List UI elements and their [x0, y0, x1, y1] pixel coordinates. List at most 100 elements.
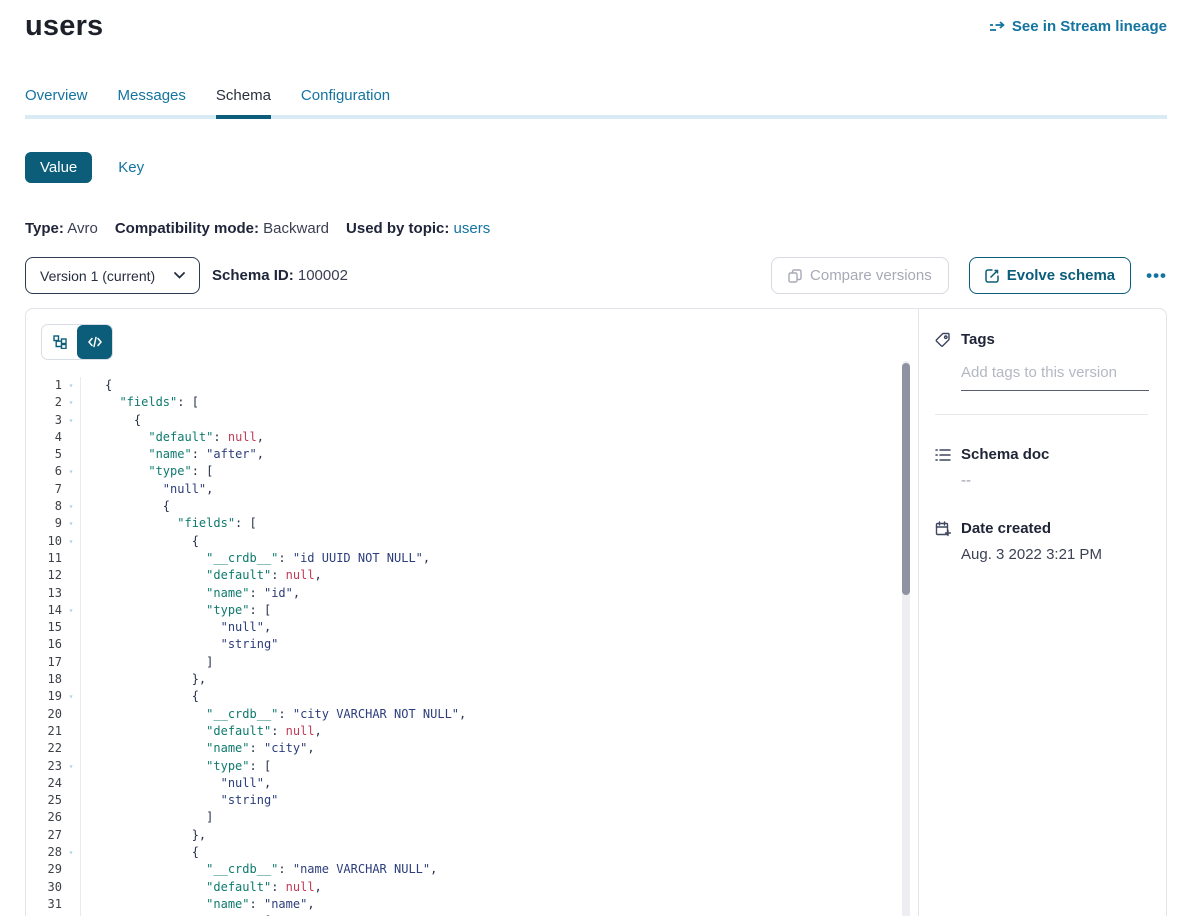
fold-toggle-icon[interactable]: ▾ [62, 377, 81, 394]
code-text: "default": null, [81, 879, 322, 896]
code-line: 13 "name": "id", [26, 585, 918, 602]
line-number: 7 [26, 481, 62, 498]
fold-gutter [62, 654, 81, 671]
compare-versions-button[interactable]: Compare versions [771, 257, 949, 294]
fold-toggle-icon[interactable]: ▾ [62, 688, 81, 705]
tab-overview[interactable]: Overview [25, 87, 88, 115]
stream-lineage-link[interactable]: See in Stream lineage [989, 18, 1167, 35]
tab-messages[interactable]: Messages [118, 87, 186, 115]
code-text: "null", [81, 775, 271, 792]
line-number: 22 [26, 740, 62, 757]
code-line: 15 "null", [26, 619, 918, 636]
fold-gutter [62, 809, 81, 826]
fold-toggle-icon[interactable]: ▾ [62, 533, 81, 550]
line-number: 20 [26, 706, 62, 723]
page-title: users [25, 10, 103, 43]
stream-lineage-label: See in Stream lineage [1012, 18, 1167, 35]
code-text: { [81, 688, 199, 705]
code-line: 17 ] [26, 654, 918, 671]
version-select[interactable]: Version 1 (current) [25, 257, 200, 294]
line-number: 23 [26, 758, 62, 775]
compare-versions-label: Compare versions [810, 267, 932, 284]
code-line: 2▾ "fields": [ [26, 394, 918, 411]
code-text: { [81, 533, 199, 550]
schema-editor-panel: 1▾{2▾ "fields": [3▾ {4 "default": null,5… [26, 309, 918, 916]
fold-toggle-icon[interactable]: ▾ [62, 515, 81, 532]
line-number: 29 [26, 861, 62, 878]
fold-toggle-icon[interactable]: ▾ [62, 412, 81, 429]
fold-gutter [62, 619, 81, 636]
code-text: { [81, 498, 170, 515]
code-line: 19▾ { [26, 688, 918, 705]
tags-input[interactable] [961, 364, 1149, 391]
fold-toggle-icon[interactable]: ▾ [62, 758, 81, 775]
fold-gutter [62, 446, 81, 463]
meta-compatibility-mode: Compatibility mode: Backward [115, 220, 329, 237]
code-text: }, [81, 671, 206, 688]
code-line: 18 }, [26, 671, 918, 688]
schema-id-value: 100002 [298, 267, 348, 284]
code-text: { [81, 412, 141, 429]
tags-section: Tags [935, 331, 1148, 391]
date-created-section: Date created Aug. 3 2022 3:21 PM [935, 520, 1148, 563]
line-number: 13 [26, 585, 62, 602]
code-text: "null", [81, 619, 271, 636]
line-number: 26 [26, 809, 62, 826]
line-number: 14 [26, 602, 62, 619]
fold-gutter [62, 671, 81, 688]
versions-icon [788, 269, 802, 283]
line-number: 19 [26, 688, 62, 705]
code-line: 14▾ "type": [ [26, 602, 918, 619]
line-number: 10 [26, 533, 62, 550]
tag-icon [935, 332, 951, 348]
code-text: "name": "id", [81, 585, 300, 602]
code-view-toggle-button[interactable] [77, 325, 112, 359]
evolve-schema-button[interactable]: Evolve schema [969, 257, 1131, 294]
line-number: 1 [26, 377, 62, 394]
line-number: 11 [26, 550, 62, 567]
fold-toggle-icon[interactable]: ▾ [62, 463, 81, 480]
fold-gutter [62, 827, 81, 844]
line-number: 30 [26, 879, 62, 896]
key-toggle-link[interactable]: Key [118, 159, 144, 176]
schema-json-editor: 1▾{2▾ "fields": [3▾ {4 "default": null,5… [26, 377, 918, 916]
meta-used-by-topic: Used by topic: users [346, 220, 490, 237]
fold-toggle-icon[interactable]: ▾ [62, 498, 81, 515]
code-text: "default": null, [81, 723, 322, 740]
tree-view-toggle-button[interactable] [42, 325, 77, 359]
schema-metadata-sidebar: Tags Schema doc -- Dat [918, 309, 1166, 916]
tab-configuration[interactable]: Configuration [301, 87, 390, 115]
version-toolbar: Version 1 (current) Schema ID: 100002 Co… [25, 257, 1167, 294]
code-line: 27 }, [26, 827, 918, 844]
line-number: 21 [26, 723, 62, 740]
scrollbar-thumb[interactable] [902, 363, 910, 595]
code-line: 16 "string" [26, 636, 918, 653]
value-toggle-button[interactable]: Value [25, 152, 92, 183]
code-line: 6▾ "type": [ [26, 463, 918, 480]
code-text: "fields": [ [81, 394, 199, 411]
fold-toggle-icon[interactable]: ▾ [62, 844, 81, 861]
line-number: 4 [26, 429, 62, 446]
date-created-value: Aug. 3 2022 3:21 PM [961, 546, 1148, 563]
code-line: 30 "default": null, [26, 879, 918, 896]
page-header: users See in Stream lineage [25, 0, 1167, 43]
topic-link[interactable]: users [449, 220, 490, 237]
line-number: 25 [26, 792, 62, 809]
fold-gutter [62, 429, 81, 446]
code-line: 22 "name": "city", [26, 740, 918, 757]
line-number: 3 [26, 412, 62, 429]
fold-gutter [62, 896, 81, 913]
fold-toggle-icon[interactable]: ▾ [62, 602, 81, 619]
tab-schema[interactable]: Schema [216, 87, 271, 115]
editor-scrollbar[interactable] [902, 361, 910, 916]
meta-value: Avro [64, 220, 98, 237]
fold-toggle-icon[interactable]: ▾ [62, 394, 81, 411]
meta-label: Compatibility mode: [115, 220, 259, 237]
code-text: ] [81, 809, 213, 826]
code-text: "default": null, [81, 429, 264, 446]
more-menu-button[interactable]: ••• [1146, 266, 1167, 286]
code-text: "type": [ [81, 463, 213, 480]
code-text: ] [81, 654, 213, 671]
fold-gutter [62, 706, 81, 723]
fold-gutter [62, 740, 81, 757]
